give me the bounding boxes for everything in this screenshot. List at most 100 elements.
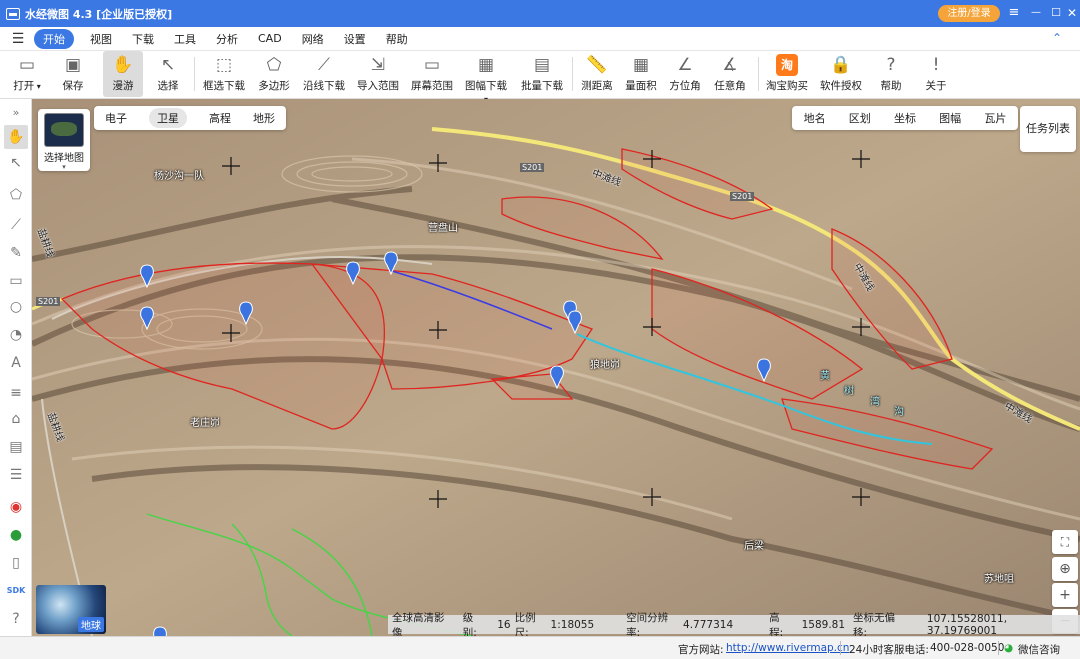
area-icon: ▦	[632, 55, 650, 75]
help-button[interactable]: ? 帮助	[874, 51, 908, 97]
batch-download-button[interactable]: ▤ 批量下载	[520, 51, 564, 97]
circle-icon[interactable]: ○	[6, 297, 26, 317]
map-type-electronic[interactable]: 电子	[105, 110, 127, 126]
select-button[interactable]: ↖ 选择	[152, 51, 184, 97]
sector-icon[interactable]: ◔	[6, 325, 26, 345]
box-download-button[interactable]: ⬚ 框选下载	[201, 51, 247, 97]
pan-button[interactable]: ✋ 漫游	[103, 51, 143, 97]
polygon-draw-icon[interactable]: ⬠	[6, 185, 26, 205]
layer-icon[interactable]: ≡	[6, 383, 26, 403]
wechat-icon: ◕	[1004, 642, 1014, 654]
locate-icon[interactable]: ⊕	[1052, 557, 1078, 581]
save-button[interactable]: ▣ 保存	[56, 51, 90, 97]
bottom-bar: 官方网站: http://www.rivermap.cn 24小时客服电话: 4…	[0, 636, 1080, 659]
tab-place-names[interactable]: 地名	[804, 110, 826, 126]
any-angle-button[interactable]: ∡ 任意角	[712, 51, 748, 97]
map-type-terrain[interactable]: 地形	[253, 110, 275, 126]
map-status-bar: 全球高清影像 级别: 16 比例尺: 1:18055 空间分辨率: 4.7773…	[388, 612, 1080, 636]
app-title: 水经微图 4.3 [企业版已授权]	[25, 7, 173, 21]
mobile-icon[interactable]: ▯	[6, 553, 26, 573]
wechat-consult-link[interactable]: 微信咨询	[1018, 642, 1060, 657]
google-earth-icon[interactable]: ◉	[6, 497, 26, 517]
polyline-draw-icon[interactable]: ⟋	[6, 215, 26, 235]
text-icon[interactable]: A	[6, 353, 26, 373]
grid-icon: ▦	[477, 55, 495, 75]
open-button[interactable]: ▭ 打开 ▾	[10, 51, 44, 97]
about-button[interactable]: ! 关于	[920, 51, 952, 97]
map-type-elevation[interactable]: 高程	[209, 110, 231, 126]
place-label: 杨沙沟一队	[154, 171, 204, 182]
tab-sheets[interactable]: 图幅	[939, 110, 961, 126]
collapse-ribbon-icon[interactable]: ⌃	[1052, 31, 1062, 45]
polygon-button[interactable]: ⬠ 多边形	[256, 51, 292, 97]
measure-area-button[interactable]: ▦ 量面积	[624, 51, 658, 97]
minimize-icon[interactable]: —	[1026, 4, 1046, 22]
help-circle-icon[interactable]: ?	[6, 609, 26, 629]
place-label: 老庄峁	[190, 418, 220, 429]
map-type-switcher: 电子 卫星 高程 地形	[94, 106, 286, 130]
import-icon: ⇲	[370, 55, 386, 75]
task-list-button[interactable]: 任务列表	[1020, 106, 1076, 152]
river-label: 湾	[870, 397, 880, 408]
chart-icon[interactable]: ▤	[6, 437, 26, 457]
line-download-button[interactable]: ⟋ 沿线下载	[302, 51, 346, 97]
screen-extent-button[interactable]: ▭ 屏幕范围	[410, 51, 454, 97]
menu-cad[interactable]: CAD	[258, 30, 282, 47]
menu-start[interactable]: 开始	[34, 28, 74, 49]
sheet-download-button[interactable]: ▦图幅下载 ▾	[464, 51, 508, 104]
toolbar-divider	[194, 57, 195, 91]
river-label: 黄	[820, 371, 830, 382]
map-type-satellite[interactable]: 卫星	[149, 108, 187, 128]
window-menu-icon[interactable]: ≡	[1004, 4, 1024, 22]
menu-download[interactable]: 下载	[132, 29, 154, 49]
road-shield: S201	[36, 297, 61, 306]
menu-settings[interactable]: 设置	[344, 29, 366, 49]
tab-tiles[interactable]: 瓦片	[984, 110, 1006, 126]
menu-view[interactable]: 视图	[90, 29, 112, 49]
menu-bar: ☰ 开始 视图 下载 工具 分析 CAD 网络 设置 帮助 ⌃	[0, 27, 1080, 51]
sdk-icon[interactable]: SDK	[6, 581, 26, 601]
expand-sidebar-icon[interactable]: »	[6, 103, 26, 123]
building-icon[interactable]: ⌂	[6, 409, 26, 429]
record-icon[interactable]: ●	[6, 525, 26, 545]
menu-network[interactable]: 网络	[302, 29, 324, 49]
menu-analysis[interactable]: 分析	[216, 29, 238, 49]
scale-value: 1:18055	[550, 618, 595, 631]
box-download-icon: ⬚	[215, 55, 233, 75]
measure-distance-button[interactable]: 📏 测距离	[580, 51, 614, 97]
earth-view-button[interactable]: 地球	[36, 585, 106, 634]
fullscreen-icon[interactable]: ⛶	[1052, 530, 1078, 554]
tab-divisions[interactable]: 区划	[849, 110, 871, 126]
angle-icon: ∡	[722, 55, 738, 75]
resolution-label: 空间分辨率:	[626, 611, 669, 637]
overlay-switcher: 地名 区划 坐标 图幅 瓦片	[792, 106, 1018, 130]
website-link[interactable]: http://www.rivermap.cn	[726, 642, 849, 654]
taobao-buy-button[interactable]: 淘淘宝购买	[764, 51, 810, 97]
license-button[interactable]: 🔒 软件授权	[818, 51, 864, 97]
tab-coordinates[interactable]: 坐标	[894, 110, 916, 126]
register-login-button[interactable]: 注册/登录	[938, 5, 1000, 22]
select-map-button[interactable]: 选择地图 ▾	[38, 109, 90, 171]
menu-tools[interactable]: 工具	[174, 29, 196, 49]
toolbar-divider	[572, 57, 573, 91]
info-icon: !	[932, 55, 940, 75]
folder-icon: ▭	[18, 55, 36, 75]
map-view[interactable]: 杨沙沟一队 营盘山 狼地峁 老庄峁 后梁 苏地咀 中滩线 中滩线 中滩线 S20…	[32, 99, 1080, 636]
pointer-icon[interactable]: ↖	[6, 153, 26, 173]
stack-icon[interactable]: ☰	[6, 465, 26, 485]
title-bar: 水经微图 4.3 [企业版已授权] 注册/登录 ≡ — ☐ ✕	[0, 0, 1080, 27]
hand-icon[interactable]: ✋	[4, 125, 28, 149]
hand-icon: ✋	[112, 55, 134, 75]
close-icon[interactable]: ✕	[1062, 4, 1080, 22]
pen-icon[interactable]: ✎	[6, 243, 26, 263]
rectangle-icon[interactable]: ▭	[6, 271, 26, 291]
menu-help[interactable]: 帮助	[386, 29, 408, 49]
map-thumbnail	[44, 113, 84, 147]
place-label: 苏地咀	[984, 574, 1014, 585]
zoom-in-button[interactable]: +	[1052, 583, 1078, 607]
azimuth-button[interactable]: ∠ 方位角	[668, 51, 702, 97]
import-extent-button[interactable]: ⇲ 导入范围	[356, 51, 400, 97]
lock-icon: 🔒	[830, 55, 852, 75]
place-label: 狼地峁	[590, 360, 620, 371]
hamburger-icon[interactable]: ☰	[10, 31, 26, 47]
